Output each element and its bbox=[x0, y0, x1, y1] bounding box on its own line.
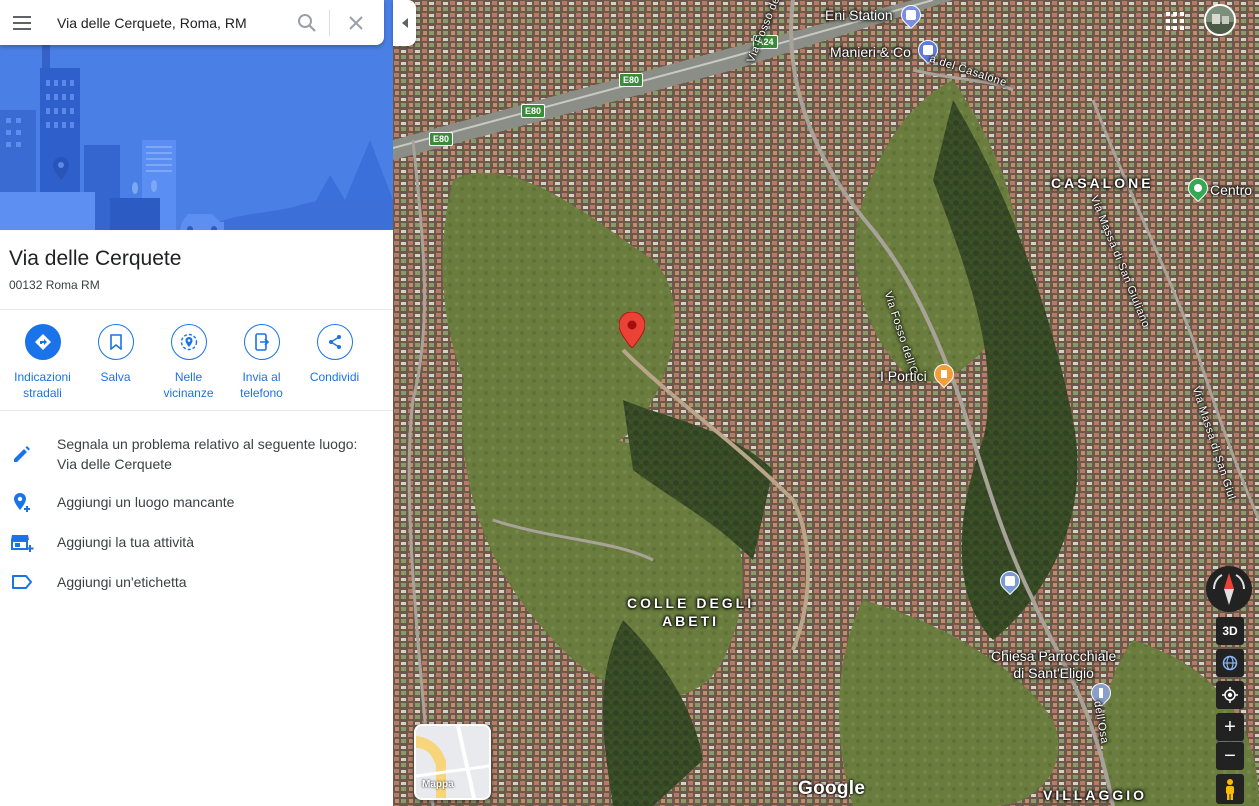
search-icon bbox=[298, 13, 316, 32]
share-label: Condividi bbox=[309, 370, 360, 384]
add-business-link[interactable]: Aggiungi la tua attività bbox=[0, 530, 393, 554]
satellite-map[interactable]: E80 E80 E80 A24 Eni Station Manieri & Co… bbox=[393, 0, 1259, 806]
map-label-eni-station[interactable]: Eni Station bbox=[825, 7, 893, 23]
map-district-villaggio: VILLAGGIO bbox=[1043, 787, 1147, 803]
maps-app: E80 E80 E80 A24 Eni Station Manieri & Co… bbox=[0, 0, 1259, 806]
place-address: 00132 Roma RM bbox=[9, 278, 100, 292]
hamburger-menu-icon bbox=[13, 15, 31, 30]
share-icon bbox=[316, 324, 353, 360]
map-label-chiesa[interactable]: Chiesa Parrocchiale di Sant'Eligio bbox=[991, 648, 1116, 682]
directions-icon bbox=[24, 324, 61, 360]
map-label-portici[interactable]: I Portici bbox=[880, 368, 927, 384]
menu-button[interactable] bbox=[0, 0, 44, 45]
add-business-text: Aggiungi la tua attività bbox=[57, 534, 194, 550]
label-tag-icon bbox=[12, 575, 32, 589]
google-logo: Google bbox=[798, 778, 866, 799]
add-label-text: Aggiungi un'etichetta bbox=[57, 574, 187, 590]
map-district-casalone: CASALONE bbox=[1051, 175, 1154, 191]
compass-button[interactable] bbox=[1206, 566, 1252, 612]
map-type-toggle[interactable]: Mappa bbox=[414, 724, 491, 800]
my-location-button[interactable] bbox=[1216, 681, 1244, 709]
location-target-icon bbox=[1222, 687, 1238, 703]
e80-shield: E80 bbox=[521, 104, 546, 118]
search-button[interactable] bbox=[285, 0, 329, 45]
pegman-icon bbox=[1226, 779, 1234, 800]
save-button[interactable]: Salva bbox=[79, 324, 152, 385]
chiesa-line-1: Chiesa Parrocchiale bbox=[991, 648, 1117, 664]
globe-view-button[interactable] bbox=[1216, 649, 1244, 677]
view-3d-button[interactable]: 3D bbox=[1216, 617, 1244, 645]
place-title: Via delle Cerquete bbox=[9, 247, 182, 270]
google-apps-button[interactable] bbox=[1162, 8, 1188, 34]
send-to-phone-button[interactable]: Invia al telefono bbox=[225, 324, 298, 401]
add-place-icon bbox=[14, 493, 30, 512]
add-label-link[interactable]: Aggiungi un'etichetta bbox=[0, 570, 393, 594]
chiesa-line-2: di Sant'Eligio bbox=[1013, 665, 1094, 681]
action-buttons: Indicazioni stradali Salva Nelle vicinanze… bbox=[0, 324, 393, 404]
search-input[interactable] bbox=[57, 7, 285, 38]
save-label: Salva bbox=[100, 370, 131, 384]
share-button[interactable]: Condividi bbox=[298, 324, 371, 385]
side-panel: Via delle Cerquete 00132 Roma RM Indicaz… bbox=[0, 0, 393, 806]
zoom-out-button[interactable]: − bbox=[1216, 742, 1244, 770]
map-type-label: Mappa bbox=[422, 779, 454, 790]
compass-icon bbox=[1213, 573, 1245, 605]
report-problem-text: Segnala un problema relativo al seguente… bbox=[57, 436, 358, 472]
zoom-in-button[interactable]: + bbox=[1216, 713, 1244, 741]
collapse-panel-button[interactable] bbox=[393, 0, 416, 46]
avatar-image-icon bbox=[1206, 6, 1234, 34]
caret-left-icon bbox=[401, 18, 408, 28]
add-business-icon bbox=[11, 535, 34, 552]
nearby-icon bbox=[170, 324, 207, 360]
e80-shield: E80 bbox=[619, 73, 644, 87]
account-avatar[interactable] bbox=[1204, 4, 1236, 36]
map-label-manieri[interactable]: Manieri & Co bbox=[830, 44, 911, 60]
send-to-phone-label: Invia al telefono bbox=[240, 370, 283, 400]
globe-icon bbox=[1222, 655, 1238, 671]
divider bbox=[0, 309, 393, 310]
clear-search-button[interactable] bbox=[330, 0, 382, 45]
add-missing-place-link[interactable]: Aggiungi un luogo mancante bbox=[0, 490, 393, 514]
directions-label: Indicazioni stradali bbox=[14, 370, 71, 400]
apps-grid-icon bbox=[1166, 12, 1184, 30]
pencil-icon bbox=[14, 446, 30, 462]
e80-shield: E80 bbox=[429, 132, 454, 146]
nearby-label: Nelle vicinanze bbox=[163, 370, 214, 400]
close-icon bbox=[349, 15, 363, 30]
street-view-pegman-button[interactable] bbox=[1216, 774, 1244, 804]
directions-button[interactable]: Indicazioni stradali bbox=[6, 324, 79, 401]
divider bbox=[0, 410, 393, 411]
bookmark-icon bbox=[97, 324, 134, 360]
map-label-centro[interactable]: Centro bbox=[1210, 182, 1252, 198]
map-imagery bbox=[393, 0, 1259, 806]
send-to-phone-icon bbox=[243, 324, 280, 360]
nearby-button[interactable]: Nelle vicinanze bbox=[152, 324, 225, 401]
selected-location-pin-icon[interactable] bbox=[619, 312, 645, 348]
add-missing-place-text: Aggiungi un luogo mancante bbox=[57, 494, 235, 510]
map-district-colle-degli-abeti: COLLE DEGLI ABETI bbox=[627, 594, 754, 630]
report-problem-link[interactable]: Segnala un problema relativo al seguente… bbox=[0, 430, 393, 474]
search-box bbox=[0, 0, 384, 45]
district-line-2: ABETI bbox=[662, 613, 720, 629]
district-line-1: COLLE DEGLI bbox=[627, 595, 755, 611]
